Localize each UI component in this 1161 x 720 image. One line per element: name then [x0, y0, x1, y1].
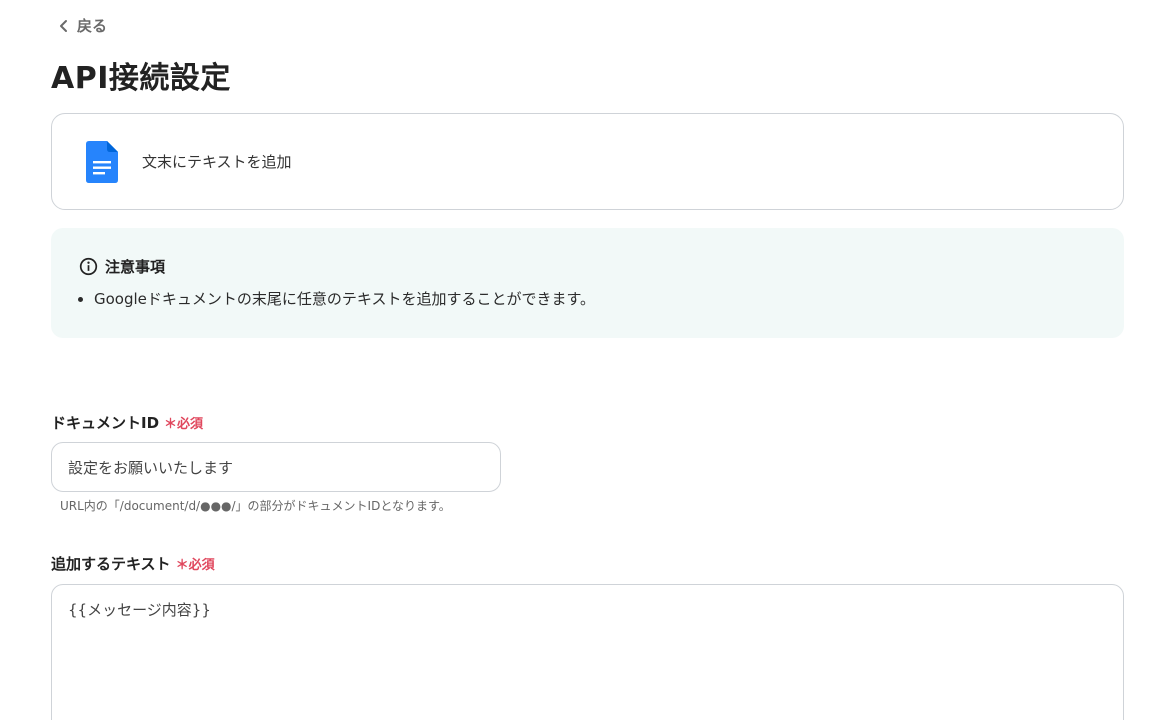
notice-list: Googleドキュメントの末尾に任意のテキストを追加することができます。	[79, 288, 1124, 309]
text-label-text: 追加するテキスト	[51, 555, 171, 573]
back-label: 戻る	[77, 17, 108, 35]
chevron-left-icon	[60, 19, 67, 32]
document-id-input[interactable]	[51, 442, 501, 492]
action-label: 文末にテキストを追加	[142, 153, 292, 171]
back-link[interactable]: 戻る	[57, 15, 107, 36]
notice-box: 注意事項 Googleドキュメントの末尾に任意のテキストを追加することができます…	[51, 228, 1124, 338]
document-id-helper: URL内の「/document/d/●●●/」の部分がドキュメントIDとなります…	[60, 499, 451, 513]
page: 戻る API接続設定 文末にテキストを追加 注意事項 Googleドキュメントの…	[0, 0, 1161, 720]
document-id-label: ドキュメントID ＊必須	[51, 412, 203, 433]
info-icon	[79, 257, 98, 276]
text-label: 追加するテキスト ＊必須	[51, 553, 215, 574]
required-badge: ＊必須	[175, 558, 215, 573]
notice-title: 注意事項	[105, 258, 166, 276]
page-title: API接続設定	[51, 61, 231, 96]
text-textarea[interactable]: {{メッセージ内容}}	[51, 584, 1124, 720]
required-badge: ＊必須	[164, 417, 204, 432]
action-card: 文末にテキストを追加	[51, 113, 1124, 210]
document-id-label-text: ドキュメントID	[51, 414, 160, 432]
notice-header: 注意事項	[79, 256, 1124, 277]
notice-item: Googleドキュメントの末尾に任意のテキストを追加することができます。	[94, 288, 1124, 309]
google-docs-icon	[86, 140, 118, 183]
